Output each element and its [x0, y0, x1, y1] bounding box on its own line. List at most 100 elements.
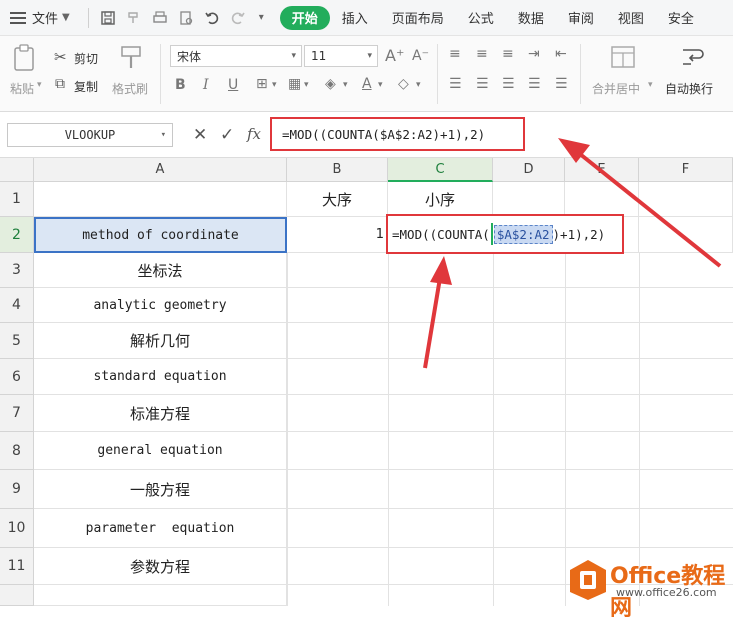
column-header-b[interactable]: B [287, 158, 388, 182]
row-header-12[interactable] [0, 585, 34, 606]
quick-access-more-icon[interactable]: ▾ [259, 12, 264, 23]
merge-center-button[interactable]: 合并居中 [592, 80, 640, 97]
paste-button[interactable]: 粘贴 [10, 80, 34, 97]
redo-icon[interactable] [227, 7, 249, 29]
cell-b2[interactable]: 1 [287, 217, 388, 253]
cancel-formula-icon[interactable]: ✕ [193, 125, 207, 145]
column-header-f[interactable]: F [639, 158, 733, 182]
align-center-icon[interactable]: ☰ [476, 76, 489, 92]
decrease-font-size-icon[interactable]: A⁻ [412, 48, 429, 64]
row-header-1[interactable]: 1 [0, 182, 34, 217]
merge-center-dropdown-icon[interactable]: ▾ [648, 80, 653, 90]
align-right-icon[interactable]: ☰ [502, 76, 515, 92]
scissors-icon[interactable]: ✂ [54, 48, 67, 66]
tab-formulas[interactable]: 公式 [456, 6, 506, 30]
select-all-corner[interactable] [0, 158, 34, 182]
row-header-8[interactable]: 8 [0, 432, 34, 470]
row-header-5[interactable]: 5 [0, 323, 34, 359]
cell-a9[interactable]: 一般方程 [34, 470, 287, 509]
chevron-down-icon[interactable]: ▾ [161, 130, 166, 140]
cell-a3[interactable]: 坐标法 [34, 253, 287, 288]
column-header-a[interactable]: A [34, 158, 287, 182]
border-icon[interactable]: ⊞ [256, 76, 268, 92]
save-icon[interactable] [97, 7, 119, 29]
cell-a7[interactable]: 标准方程 [34, 395, 287, 432]
outdent-icon[interactable]: ⇤ [555, 46, 567, 62]
print-icon[interactable] [149, 7, 171, 29]
wrap-text-button[interactable]: 自动换行 [665, 80, 713, 97]
print-preview-icon[interactable] [175, 7, 197, 29]
cell-a12[interactable] [34, 585, 287, 606]
cell-a6[interactable]: standard equation [34, 359, 287, 395]
merge-dropdown-icon[interactable]: ▾ [304, 80, 309, 90]
cell-c2-editor[interactable]: =MOD((COUNTA($A$2:A2)+1),2) [386, 214, 624, 254]
font-name-select[interactable]: 宋体 ▾ [170, 45, 302, 67]
fill-color-icon[interactable]: ◈ [325, 76, 336, 92]
tab-data[interactable]: 数据 [506, 6, 556, 30]
cell-e1[interactable] [565, 182, 639, 217]
paste-dropdown-icon[interactable]: ▾ [37, 80, 42, 90]
merge-cells-icon[interactable]: ▦ [288, 76, 301, 92]
cell-f2[interactable] [639, 217, 733, 253]
cell-a10[interactable]: parameter equation [34, 509, 287, 548]
indent-icon[interactable]: ⇥ [528, 46, 540, 62]
font-size-select[interactable]: 11 ▾ [304, 45, 378, 67]
cell-a11[interactable]: 参数方程 [34, 548, 287, 585]
cell-f1[interactable] [639, 182, 733, 217]
font-color-dropdown-icon[interactable]: ▾ [378, 80, 383, 90]
fx-label[interactable]: fx [247, 125, 261, 143]
increase-font-size-icon[interactable]: A⁺ [385, 46, 404, 65]
column-header-d[interactable]: D [493, 158, 565, 182]
tab-view[interactable]: 视图 [606, 6, 656, 30]
tab-page-layout[interactable]: 页面布局 [380, 6, 456, 30]
tab-security[interactable]: 安全 [656, 6, 706, 30]
cell-a4[interactable]: analytic geometry [34, 288, 287, 323]
tab-home[interactable]: 开始 [279, 5, 330, 30]
tab-review[interactable]: 审阅 [556, 6, 606, 30]
column-header-c[interactable]: C [388, 158, 493, 182]
fill-color-dropdown-icon[interactable]: ▾ [343, 80, 348, 90]
border-dropdown-icon[interactable]: ▾ [272, 80, 277, 90]
row-header-10[interactable]: 10 [0, 509, 34, 548]
copy-button[interactable]: 复制 [74, 78, 98, 95]
cell-a1[interactable] [34, 182, 287, 217]
format-painter-icon[interactable] [118, 44, 144, 72]
row-header-2[interactable]: 2 [0, 217, 34, 253]
paste-icon[interactable] [12, 44, 36, 72]
cell-d1[interactable] [493, 182, 565, 217]
chevron-down-icon[interactable]: ▼ [62, 12, 70, 23]
underline-icon[interactable]: U [228, 77, 238, 93]
bold-icon[interactable]: B [175, 77, 186, 93]
distributed-icon[interactable]: ☰ [555, 76, 568, 92]
align-bottom-icon[interactable]: ≡ [502, 46, 514, 62]
cell-b1[interactable]: 大序 [287, 182, 388, 217]
cell-a8[interactable]: general equation [34, 432, 287, 470]
format-painter-quick-icon[interactable] [123, 7, 145, 29]
copy-icon[interactable]: ⧉ [55, 76, 65, 92]
wrap-text-icon[interactable] [680, 44, 706, 70]
eraser-dropdown-icon[interactable]: ▾ [416, 80, 421, 90]
eraser-icon[interactable]: ◇ [398, 76, 409, 92]
format-painter-button[interactable]: 格式刷 [112, 80, 148, 97]
undo-icon[interactable] [201, 7, 223, 29]
cell-c1[interactable]: 小序 [388, 182, 493, 217]
font-color-icon[interactable]: A [362, 76, 372, 92]
name-box[interactable]: VLOOKUP ▾ [7, 123, 173, 147]
hamburger-menu-icon[interactable] [10, 11, 26, 24]
row-header-7[interactable]: 7 [0, 395, 34, 432]
row-header-6[interactable]: 6 [0, 359, 34, 395]
cell-a5[interactable]: 解析几何 [34, 323, 287, 359]
row-header-11[interactable]: 11 [0, 548, 34, 585]
formula-input[interactable]: =MOD((COUNTA($A$2:A2)+1),2) [270, 117, 525, 151]
cut-button[interactable]: 剪切 [74, 50, 98, 67]
column-header-e[interactable]: E [565, 158, 639, 182]
merge-center-icon[interactable] [610, 44, 636, 70]
align-top-icon[interactable]: ≡ [449, 46, 461, 62]
confirm-formula-icon[interactable]: ✓ [220, 125, 234, 145]
tab-insert[interactable]: 插入 [330, 6, 380, 30]
align-left-icon[interactable]: ☰ [449, 76, 462, 92]
italic-icon[interactable]: I [203, 77, 209, 93]
row-header-4[interactable]: 4 [0, 288, 34, 323]
file-menu[interactable]: 文件 [32, 8, 58, 27]
row-header-9[interactable]: 9 [0, 470, 34, 509]
